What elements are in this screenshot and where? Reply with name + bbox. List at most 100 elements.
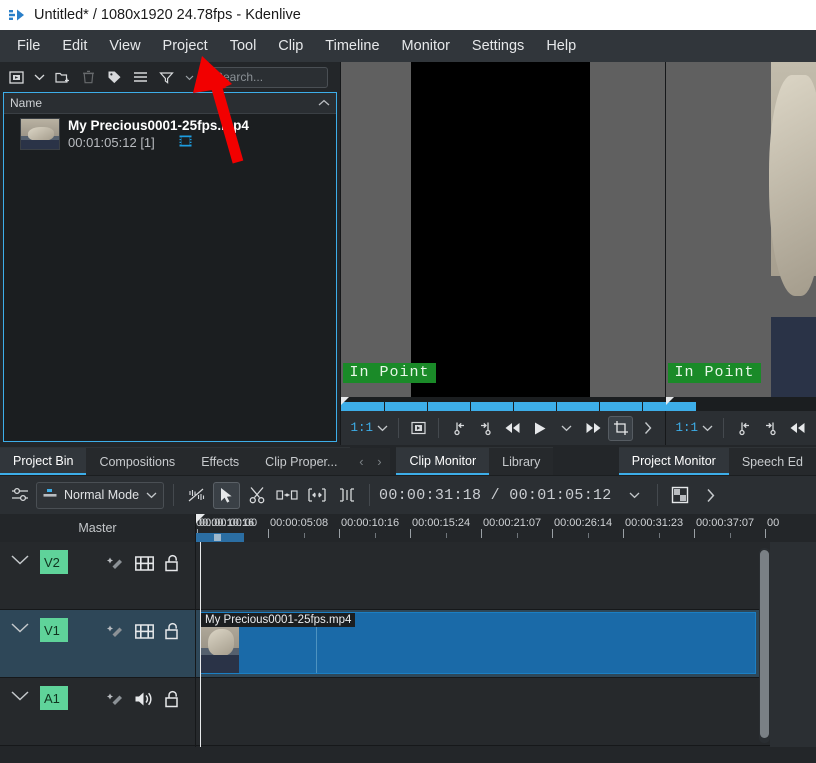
track-tag-v1[interactable]: V1 (40, 618, 68, 642)
timeline-playhead-marker[interactable] (196, 514, 205, 523)
menu-timeline[interactable]: Timeline (314, 34, 390, 58)
tab-scroll-left-icon[interactable]: ‹ (352, 454, 370, 469)
track-header-v1[interactable]: V1 (0, 610, 195, 678)
clip-monitor-ruler[interactable] (341, 397, 667, 411)
track-tag-a1[interactable]: A1 (40, 686, 68, 710)
clip-monitor-zoom-select[interactable]: 1:1 (347, 419, 391, 437)
project-monitor-zoom-select[interactable]: 1:1 (672, 419, 716, 437)
timeline-tracks[interactable]: My Precious0001-25fps.mp4 (196, 542, 816, 747)
menu-help[interactable]: Help (535, 34, 587, 58)
chevron-down-icon[interactable] (146, 488, 157, 502)
timeline-zoom-handle[interactable] (214, 534, 221, 541)
project-rewind-icon[interactable] (785, 416, 810, 441)
edit-mode-select[interactable]: Normal Mode (36, 481, 165, 509)
track-lane-a1[interactable] (196, 678, 816, 746)
timeline-clip[interactable]: My Precious0001-25fps.mp4 (200, 612, 756, 674)
mix-clips-icon[interactable] (183, 482, 210, 509)
tab-effects[interactable]: Effects (188, 447, 253, 475)
timeline-ruler[interactable]: 00:00:00:00 00:00:05:08 00:00:10:16 00:0… (196, 514, 816, 542)
effects-icon[interactable] (105, 552, 127, 574)
bin-clip-row[interactable]: My Precious0001-25fps.mp4 00:01:05:12 [1… (4, 114, 336, 154)
timeline-timecode[interactable]: 00:00:31:18 / 00:01:05:12 (379, 487, 612, 504)
tab-clip-monitor[interactable]: Clip Monitor (396, 447, 490, 475)
ripple-tool-icon[interactable] (303, 482, 330, 509)
menu-icon[interactable] (128, 65, 152, 89)
effects-icon[interactable] (105, 620, 127, 642)
project-set-in-point-icon[interactable] (731, 416, 756, 441)
lock-icon[interactable] (161, 552, 183, 574)
filter-chevron-icon[interactable] (180, 65, 198, 89)
track-header-a1[interactable]: A1 (0, 678, 195, 746)
forward-icon[interactable] (581, 416, 606, 441)
menu-monitor[interactable]: Monitor (391, 34, 461, 58)
track-expand-icon-v1[interactable] (0, 618, 40, 634)
chevron-up-icon[interactable] (318, 96, 330, 110)
tab-scroll-right-icon[interactable]: › (370, 454, 388, 469)
filter-icon[interactable] (154, 65, 178, 89)
monitor-fullscreen-icon[interactable] (406, 416, 431, 441)
track-lane-v1[interactable]: My Precious0001-25fps.mp4 (196, 610, 816, 678)
tab-project-bin[interactable]: Project Bin (0, 447, 87, 475)
tab-speech-editor[interactable]: Speech Ed (728, 447, 816, 475)
tab-compositions[interactable]: Compositions (86, 447, 189, 475)
clip-monitor-video[interactable]: In Point (341, 62, 666, 397)
tag-icon[interactable] (102, 65, 126, 89)
roll-tool-icon[interactable] (333, 482, 360, 509)
track-expand-icon-a1[interactable] (0, 686, 40, 702)
effects-icon[interactable] (105, 688, 127, 710)
select-tool-icon[interactable] (213, 481, 241, 509)
project-monitor-playhead[interactable] (666, 397, 675, 405)
rewind-icon[interactable] (500, 416, 525, 441)
timeline-scrollbar-thumb[interactable] (760, 550, 769, 738)
set-in-point-icon[interactable] (446, 416, 471, 441)
track-tag-v2[interactable]: V2 (40, 550, 68, 574)
lock-icon[interactable] (161, 688, 183, 710)
menu-edit[interactable]: Edit (51, 34, 98, 58)
project-monitor-ruler[interactable] (666, 397, 816, 411)
track-expand-icon-v2[interactable] (0, 550, 40, 566)
crop-zone-icon[interactable] (608, 415, 633, 441)
video-hide-icon[interactable] (133, 552, 155, 574)
tab-clip-properties[interactable]: Clip Proper... (252, 447, 351, 475)
video-hide-icon[interactable] (133, 620, 155, 642)
clip-name: My Precious0001-25fps.mp4 (68, 118, 249, 133)
chevron-down-icon[interactable] (30, 65, 48, 89)
menu-project[interactable]: Project (152, 34, 219, 58)
more-options-icon[interactable] (635, 416, 660, 441)
menu-tool[interactable]: Tool (219, 34, 268, 58)
play-icon[interactable] (527, 416, 552, 441)
menu-settings[interactable]: Settings (461, 34, 535, 58)
menu-file[interactable]: File (6, 34, 51, 58)
timeline-master-label[interactable]: Master (0, 514, 196, 542)
timeline-zoom-bar[interactable] (196, 533, 244, 542)
tab-library[interactable]: Library (489, 447, 554, 475)
track-header-v2[interactable]: V2 (0, 542, 195, 610)
add-clip-icon[interactable] (4, 65, 28, 89)
timeline-settings-icon[interactable] (6, 482, 33, 509)
tab-project-monitor[interactable]: Project Monitor (618, 447, 729, 475)
project-monitor-video[interactable]: In Point (666, 62, 816, 397)
timecode-chevron-icon[interactable] (621, 482, 648, 509)
clip-monitor-playhead[interactable] (341, 397, 350, 405)
razor-tool-icon[interactable] (243, 482, 270, 509)
search-input[interactable] (213, 69, 321, 85)
track-lane-v2[interactable] (196, 542, 816, 610)
chevron-right-icon[interactable] (697, 482, 724, 509)
search-field[interactable] (206, 66, 328, 88)
lock-icon[interactable] (161, 620, 183, 642)
spacer-tool-icon[interactable] (273, 482, 300, 509)
timeline-playhead[interactable] (200, 542, 201, 747)
project-bin-list[interactable]: Name My Precious0001-25fps.mp4 00:01:05:… (3, 92, 338, 442)
set-out-point-icon[interactable] (473, 416, 498, 441)
audio-mute-icon[interactable] (133, 688, 155, 710)
timeline-right-padding (770, 542, 816, 747)
project-set-out-point-icon[interactable] (758, 416, 783, 441)
menu-clip[interactable]: Clip (267, 34, 314, 58)
timeline-preview-icon[interactable] (667, 482, 694, 509)
menu-view[interactable]: View (98, 34, 151, 58)
center-dock-tabs: Clip Monitor Library (396, 445, 554, 475)
bin-column-header[interactable]: Name (4, 93, 337, 114)
play-menu-chevron-icon[interactable] (554, 416, 579, 441)
timeline-vertical-scrollbar[interactable] (759, 548, 770, 743)
add-folder-icon[interactable] (50, 65, 74, 89)
